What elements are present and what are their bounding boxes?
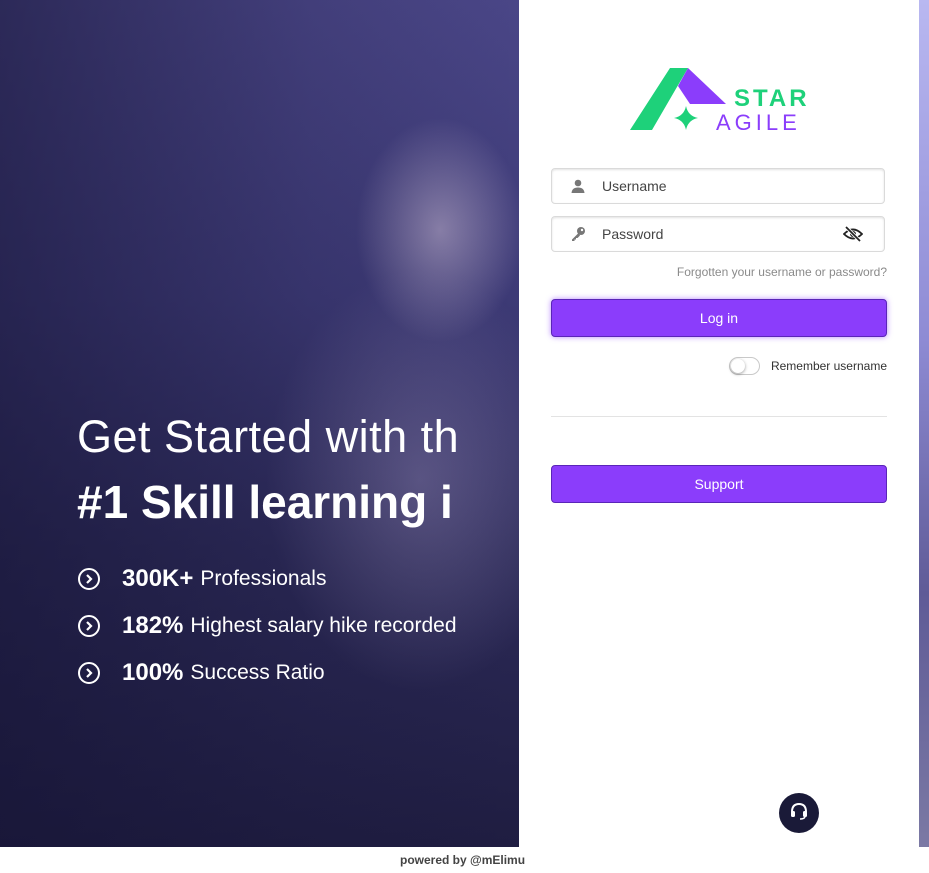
- stat-item: 182% Highest salary hike recorded: [77, 602, 457, 649]
- password-input[interactable]: [602, 219, 842, 249]
- powered-by-text: powered by @mElimu: [400, 853, 526, 867]
- svg-text:STAR: STAR: [734, 85, 810, 112]
- headset-icon: [790, 802, 808, 825]
- chevron-right-circle-icon: [78, 614, 100, 637]
- hero-headline: Get Started with th #1 Skill learning i: [77, 408, 519, 534]
- stat-value: 182%: [122, 611, 184, 639]
- hero-right-strip: [919, 0, 929, 847]
- password-field[interactable]: [551, 216, 885, 252]
- stat-label: Success Ratio: [190, 660, 325, 684]
- help-chat-button[interactable]: [779, 793, 819, 833]
- remember-username-label: Remember username: [770, 359, 887, 373]
- support-button[interactable]: Support: [551, 465, 887, 503]
- stat-label: Professionals: [200, 566, 327, 590]
- forgot-password-link[interactable]: Forgotten your username or password?: [677, 265, 887, 279]
- hero-stats: 300K+ Professionals 182% Highest salary …: [77, 555, 457, 696]
- star-agile-logo: STAR AGILE: [630, 68, 810, 132]
- chevron-right-circle-icon: [78, 567, 100, 590]
- svg-text:AGILE: AGILE: [716, 110, 801, 132]
- remember-username-toggle[interactable]: [728, 357, 760, 375]
- toggle-knob: [730, 359, 745, 373]
- login-button[interactable]: Log in: [551, 299, 887, 337]
- stat-item: 100% Success Ratio: [77, 649, 457, 696]
- chevron-right-circle-icon: [78, 661, 100, 684]
- footer: powered by @mElimu: [0, 847, 929, 873]
- stat-label: Highest salary hike recorded: [190, 613, 457, 637]
- hero-headline-line1: Get Started with th: [77, 411, 460, 462]
- login-panel: STAR AGILE Forgotten your username or pa…: [519, 0, 919, 847]
- remember-username: Remember username: [728, 357, 887, 375]
- key-icon: [570, 226, 586, 242]
- hero-headline-line2: #1 Skill learning i: [77, 476, 453, 528]
- eye-slash-icon[interactable]: [842, 223, 864, 245]
- user-icon: [570, 178, 586, 194]
- stat-item: 300K+ Professionals: [77, 555, 457, 602]
- stat-value: 100%: [122, 658, 184, 686]
- username-field[interactable]: [551, 168, 885, 204]
- stat-value: 300K+: [122, 564, 194, 592]
- divider: [551, 416, 887, 417]
- username-input[interactable]: [602, 171, 884, 201]
